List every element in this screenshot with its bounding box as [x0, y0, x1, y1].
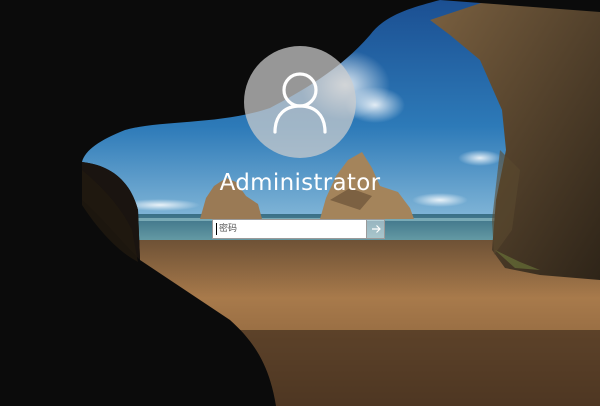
- password-input[interactable]: [212, 219, 367, 239]
- username-label: Administrator: [219, 170, 381, 196]
- password-field-group: [212, 219, 385, 239]
- submit-button[interactable]: [367, 219, 385, 239]
- user-avatar: [244, 46, 356, 158]
- person-icon: [273, 72, 327, 134]
- arrow-right-icon: [371, 225, 381, 233]
- text-cursor: [216, 223, 217, 235]
